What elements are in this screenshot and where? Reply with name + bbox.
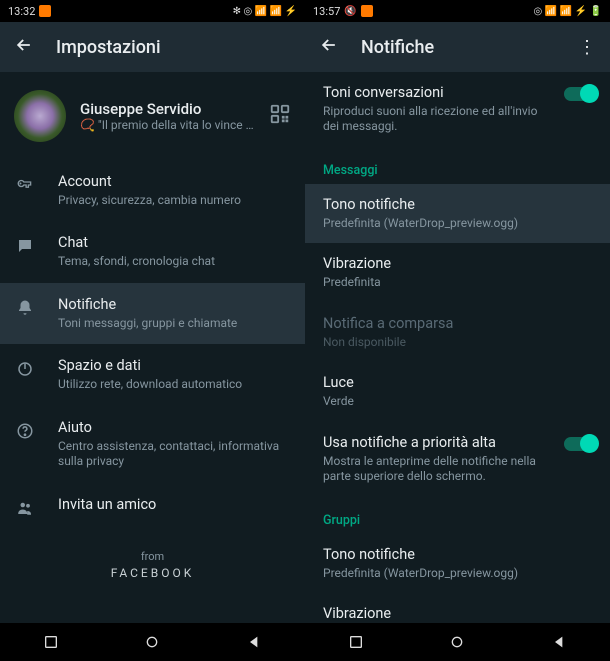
mute-icon: 🔇 [344, 6, 356, 17]
item-sub: Centro assistenza, contattaci, informati… [58, 439, 291, 470]
item-sub: Utilizzo rete, download automatico [58, 377, 291, 393]
item-title: Notifiche [58, 296, 291, 315]
profile-row[interactable]: Giuseppe Servidio 📿 "Il premio della vit… [0, 72, 305, 160]
notifications-screen: 13:57 🔇 ◎ 📶 📶 ⚡ 🔋 Notifiche ⋮ Toni conve… [305, 0, 610, 661]
setting-sub: Riproduci suoni alla ricezione ed all'in… [323, 104, 552, 135]
setting-title: Luce [323, 374, 596, 393]
chat-icon [14, 235, 36, 257]
setting-title: Vibrazione [323, 605, 596, 623]
nav-bar [305, 623, 610, 661]
setting-group-vibration[interactable]: Vibrazione Predefinita [305, 593, 610, 623]
setting-popup: Notifica a comparsa Non disponibile [305, 303, 610, 362]
footer-brand: FACEBOOK [0, 563, 305, 594]
setting-sub: Predefinita [323, 275, 596, 291]
back-icon[interactable] [14, 35, 34, 59]
setting-group-tone[interactable]: Tono notifiche Predefinita (WaterDrop_pr… [305, 534, 610, 593]
settings-content: Giuseppe Servidio 📿 "Il premio della vit… [0, 72, 305, 623]
setting-title: Tono notifiche [323, 546, 596, 565]
status-bar: 13:32 ✻ ◎ 📶 📶 ⚡ [0, 0, 305, 22]
nav-recent-icon[interactable] [43, 634, 59, 650]
nav-back-icon[interactable] [246, 634, 262, 650]
app-badge-icon [361, 5, 373, 17]
setting-notification-tone[interactable]: Tono notifiche Predefinita (WaterDrop_pr… [305, 184, 610, 243]
bell-icon [14, 297, 36, 319]
nav-home-icon[interactable] [449, 634, 465, 650]
setting-title: Tono notifiche [323, 196, 596, 215]
key-icon [14, 174, 36, 196]
setting-title: Notifica a comparsa [323, 315, 596, 334]
item-sub: Tema, sfondi, cronologia chat [58, 254, 291, 270]
settings-item-chat[interactable]: Chat Tema, sfondi, cronologia chat [0, 221, 305, 282]
section-header-messaggi: Messaggi [305, 147, 610, 184]
settings-screen: 13:32 ✻ ◎ 📶 📶 ⚡ Impostazioni Giuseppe Se… [0, 0, 305, 661]
profile-name: Giuseppe Servidio [80, 100, 255, 118]
setting-conversation-tones[interactable]: Toni conversazioni Riproduci suoni alla … [305, 72, 610, 147]
page-title: Impostazioni [56, 37, 291, 58]
status-icons: ◎ 📶 📶 ⚡ 🔋 [534, 6, 602, 17]
footer-from: from [0, 532, 305, 563]
item-title: Chat [58, 234, 291, 253]
notifications-content: Toni conversazioni Riproduci suoni alla … [305, 72, 610, 623]
item-sub: Privacy, sicurezza, cambia numero [58, 193, 291, 209]
setting-title: Vibrazione [323, 255, 596, 274]
toggle-switch[interactable] [564, 87, 596, 101]
status-time: 13:57 [313, 5, 340, 18]
settings-item-help[interactable]: Aiuto Centro assistenza, contattaci, inf… [0, 406, 305, 483]
avatar [14, 90, 66, 142]
item-title: Aiuto [58, 419, 291, 438]
status-time: 13:32 [8, 5, 35, 18]
settings-item-storage[interactable]: Spazio e dati Utilizzo rete, download au… [0, 344, 305, 405]
setting-sub: Mostra le anteprime delle notifiche nell… [323, 454, 552, 485]
setting-sub: Verde [323, 394, 596, 410]
storage-icon [14, 358, 36, 380]
setting-vibration[interactable]: Vibrazione Predefinita [305, 243, 610, 302]
item-title: Invita un amico [58, 496, 291, 515]
more-icon[interactable]: ⋮ [578, 37, 596, 58]
setting-sub: Predefinita (WaterDrop_preview.ogg) [323, 216, 596, 232]
settings-item-account[interactable]: Account Privacy, sicurezza, cambia numer… [0, 160, 305, 221]
settings-item-invite[interactable]: Invita un amico [0, 483, 305, 532]
settings-item-notifications[interactable]: Notifiche Toni messaggi, gruppi e chiama… [0, 283, 305, 344]
setting-light[interactable]: Luce Verde [305, 362, 610, 421]
setting-title: Toni conversazioni [323, 84, 552, 103]
app-bar: Impostazioni [0, 22, 305, 72]
setting-high-priority[interactable]: Usa notifiche a priorità alta Mostra le … [305, 422, 610, 497]
nav-recent-icon[interactable] [348, 634, 364, 650]
app-bar: Notifiche ⋮ [305, 22, 610, 72]
app-badge-icon [39, 5, 51, 17]
setting-sub: Predefinita (WaterDrop_preview.ogg) [323, 566, 596, 582]
item-title: Account [58, 173, 291, 192]
item-title: Spazio e dati [58, 357, 291, 376]
item-sub: Toni messaggi, gruppi e chiamate [58, 316, 291, 332]
setting-title: Usa notifiche a priorità alta [323, 434, 552, 453]
nav-back-icon[interactable] [551, 634, 567, 650]
status-bar: 13:57 🔇 ◎ 📶 📶 ⚡ 🔋 [305, 0, 610, 22]
nav-home-icon[interactable] [144, 634, 160, 650]
profile-status: 📿 "Il premio della vita lo vince chi la.… [80, 118, 255, 132]
toggle-switch[interactable] [564, 437, 596, 451]
status-icons: ✻ ◎ 📶 📶 ⚡ [233, 6, 297, 17]
section-header-gruppi: Gruppi [305, 497, 610, 534]
setting-sub: Non disponibile [323, 335, 596, 351]
qr-code-icon[interactable] [269, 103, 291, 129]
nav-bar [0, 623, 305, 661]
back-icon[interactable] [319, 35, 339, 59]
help-icon [14, 420, 36, 442]
people-icon [14, 497, 36, 519]
page-title: Notifiche [361, 37, 556, 58]
